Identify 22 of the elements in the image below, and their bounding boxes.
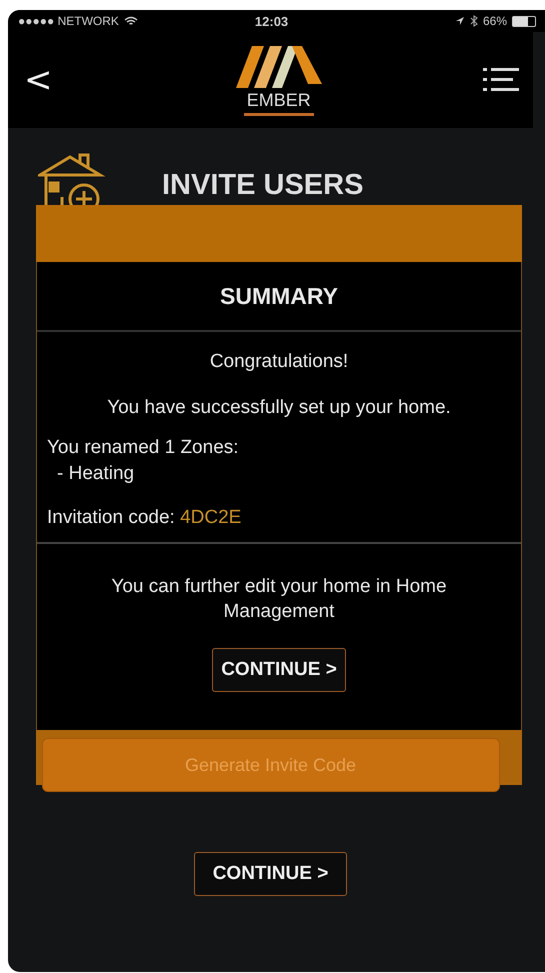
code-label: Invitation code:	[47, 507, 175, 528]
clock-label: 12:03	[254, 14, 288, 28]
success-message: You have successfully set up your home.	[106, 396, 452, 420]
zone-item: - Heating	[56, 462, 136, 486]
continue-button[interactable]: CONTINUE >	[194, 852, 348, 896]
wifi-icon	[124, 16, 138, 26]
logo-text: EMBER	[244, 88, 314, 116]
greeting-text: Congratulations!	[208, 350, 350, 374]
bluetooth-icon	[470, 15, 478, 27]
battery-icon	[512, 16, 536, 26]
back-button[interactable]: <	[20, 60, 56, 100]
location-icon	[454, 16, 465, 26]
note-text: You can further edit your home in Home Management	[110, 575, 448, 624]
logo-icon	[234, 44, 324, 88]
dialog-title: SUMMARY	[37, 262, 521, 332]
renamed-text: You renamed 1 Zones:	[47, 436, 240, 460]
menu-icon[interactable]	[483, 68, 519, 92]
battery-percent: 66%	[482, 14, 507, 28]
page-title: INVITE USERS	[162, 168, 364, 202]
continue-button[interactable]: CONTINUE >	[212, 648, 346, 692]
invitation-code: 4DC2E	[180, 507, 242, 528]
carrier-label: ●●●●● NETWORK	[18, 14, 119, 28]
